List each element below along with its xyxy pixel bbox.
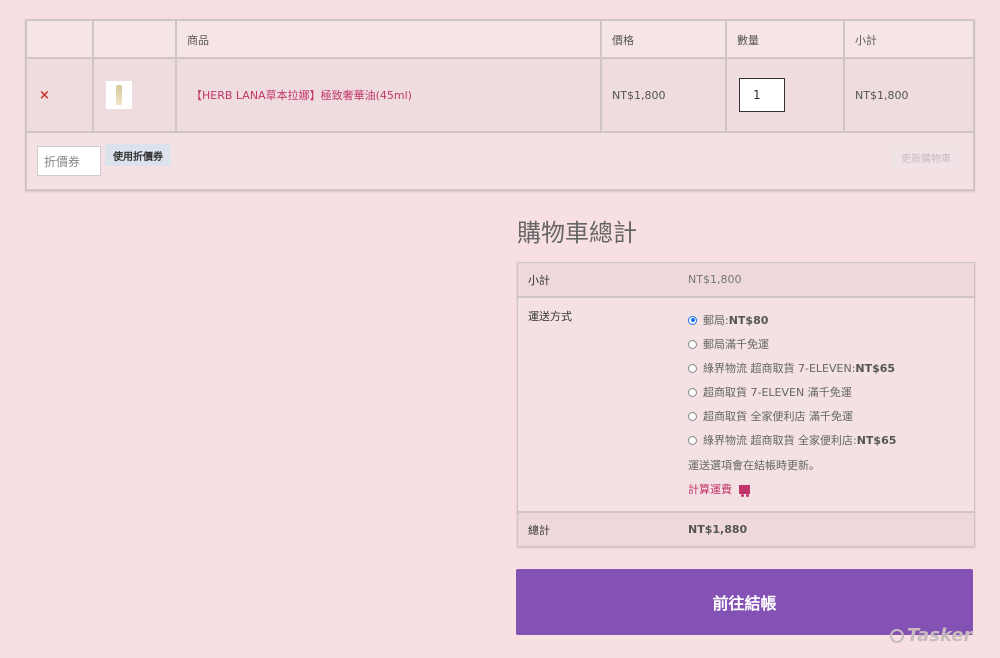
cart-totals-title: 購物車總計 bbox=[517, 219, 637, 247]
price-cell: NT$1,800 bbox=[602, 59, 727, 131]
shipping-option-price: NT$65 bbox=[855, 361, 896, 375]
radio-icon[interactable] bbox=[688, 363, 697, 373]
product-price: NT$1,800 bbox=[612, 88, 666, 102]
radio-icon[interactable] bbox=[688, 411, 697, 421]
shipping-option[interactable]: 郵局滿千免運 bbox=[688, 332, 974, 356]
header-thumbnail bbox=[94, 21, 177, 57]
shipping-options: 郵局: NT$80 郵局滿千免運 綠界物流 超商取貨 7-ELEVEN: NT$… bbox=[688, 308, 974, 511]
shipping-option-label: 綠界物流 超商取貨 全家便利店: bbox=[703, 434, 857, 447]
truck-icon bbox=[739, 484, 750, 497]
product-name-link[interactable]: 【HERB LANA草本拉娜】極致奢華油(45ml) bbox=[191, 87, 412, 103]
total-label: 總計 bbox=[528, 523, 550, 537]
totals-shipping-row: 運送方式 郵局: NT$80 郵局滿千免運 綠界物流 超商取貨 7-ELEVEN… bbox=[518, 298, 974, 513]
product-thumbnail[interactable] bbox=[106, 81, 132, 109]
header-price: 價格 bbox=[602, 21, 727, 57]
radio-icon[interactable] bbox=[688, 339, 697, 349]
subtotal-label: 小計 bbox=[528, 273, 550, 287]
subtotal-value: NT$1,800 bbox=[688, 273, 742, 286]
header-remove bbox=[27, 21, 94, 57]
remove-cell: × bbox=[27, 59, 94, 131]
subtotal-cell: NT$1,800 bbox=[845, 59, 969, 131]
watermark-text: Tasker bbox=[907, 625, 973, 646]
update-cart-button[interactable]: 更新購物車 bbox=[891, 146, 961, 168]
radio-icon[interactable] bbox=[688, 387, 697, 397]
thumbnail-cell bbox=[94, 59, 177, 131]
shipping-option[interactable]: 綠界物流 超商取貨 7-ELEVEN: NT$65 bbox=[688, 356, 974, 380]
shipping-option[interactable]: 綠界物流 超商取貨 全家便利店: NT$65 bbox=[688, 428, 974, 452]
shipping-option-label: 超商取貨 7-ELEVEN 滿千免運 bbox=[703, 386, 852, 399]
shipping-label: 運送方式 bbox=[528, 310, 572, 323]
quantity-cell: 1 bbox=[727, 59, 845, 131]
watermark-logo-icon bbox=[890, 628, 904, 643]
cart-header-row: 商品 價格 數量 小計 bbox=[27, 21, 973, 59]
totals-total-row: 總計 NT$1,880 bbox=[518, 513, 974, 546]
shipping-option-price: NT$80 bbox=[728, 313, 769, 327]
watermark: Tasker bbox=[890, 625, 972, 646]
shipping-option-label: 綠界物流 超商取貨 7-ELEVEN: bbox=[703, 362, 856, 375]
coupon-row: 折價券 使用折價券 更新購物車 bbox=[27, 133, 973, 189]
shipping-option-label: 郵局: bbox=[703, 314, 729, 327]
cart-totals-table: 小計 NT$1,800 運送方式 郵局: NT$80 郵局滿千免運 綠界物流 超… bbox=[517, 262, 975, 547]
radio-selected-icon[interactable] bbox=[688, 315, 697, 325]
quantity-input[interactable]: 1 bbox=[739, 78, 785, 112]
radio-icon[interactable] bbox=[688, 435, 697, 445]
cart-table: 商品 價格 數量 小計 × 【HERB LANA草本拉娜】極致奢華油(45ml)… bbox=[25, 19, 975, 191]
header-subtotal: 小計 bbox=[855, 34, 877, 47]
header-quantity: 數量 bbox=[727, 21, 845, 57]
shipping-option-label: 郵局滿千免運 bbox=[703, 338, 769, 351]
totals-subtotal-row: 小計 NT$1,800 bbox=[518, 263, 974, 298]
shipping-option-list: 郵局: NT$80 郵局滿千免運 綠界物流 超商取貨 7-ELEVEN: NT$… bbox=[688, 308, 974, 452]
shipping-option-label: 超商取貨 全家便利店 滿千免運 bbox=[703, 410, 853, 423]
apply-coupon-button[interactable]: 使用折價券 bbox=[105, 144, 171, 166]
remove-item-icon[interactable]: × bbox=[39, 88, 50, 103]
product-cell: 【HERB LANA草本拉娜】極致奢華油(45ml) bbox=[177, 59, 602, 131]
header-product: 商品 bbox=[177, 21, 602, 57]
total-value: NT$1,880 bbox=[688, 523, 748, 536]
bottle-icon bbox=[116, 85, 122, 105]
shipping-option[interactable]: 超商取貨 7-ELEVEN 滿千免運 bbox=[688, 380, 974, 404]
shipping-option-price: NT$65 bbox=[856, 433, 897, 447]
calculate-shipping-link[interactable]: 計算運費 bbox=[688, 476, 974, 502]
product-subtotal: NT$1,800 bbox=[855, 88, 909, 102]
shipping-note: 運送選項會在結帳時更新。 bbox=[688, 459, 820, 472]
calculate-shipping-label: 計算運費 bbox=[688, 483, 732, 496]
coupon-input[interactable]: 折價券 bbox=[37, 146, 101, 176]
shipping-option[interactable]: 郵局: NT$80 bbox=[688, 308, 974, 332]
cart-item-row: × 【HERB LANA草本拉娜】極致奢華油(45ml) NT$1,800 1 … bbox=[27, 59, 973, 133]
shipping-option[interactable]: 超商取貨 全家便利店 滿千免運 bbox=[688, 404, 974, 428]
